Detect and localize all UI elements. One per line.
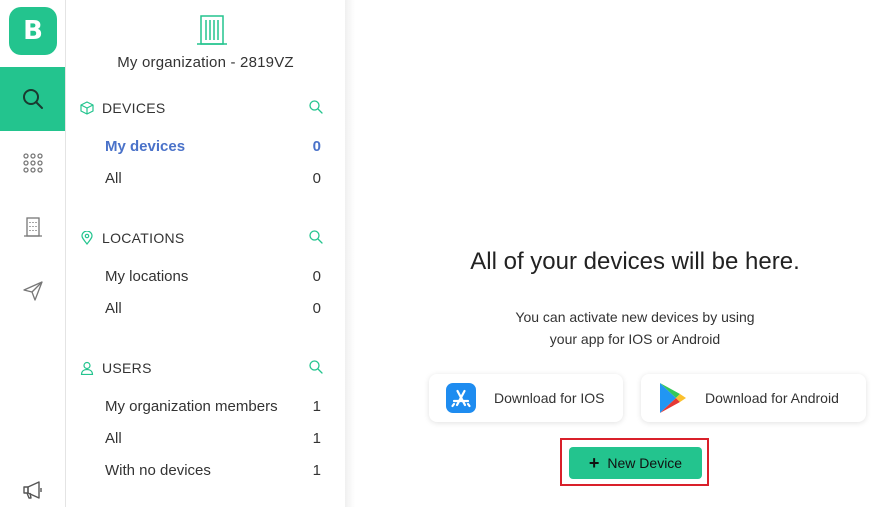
app-logo[interactable]: B (9, 7, 57, 55)
new-device-button[interactable]: + New Device (569, 447, 702, 479)
megaphone-icon (22, 481, 42, 499)
plus-icon: + (588, 453, 600, 473)
row-count: 0 (312, 138, 321, 155)
row-label: My locations (105, 268, 189, 285)
download-android-button[interactable]: Download for Android (641, 374, 866, 422)
empty-state-title: All of your devices will be here. (470, 248, 800, 275)
row-label: All (105, 300, 122, 317)
sidebar-item-my-devices[interactable]: My devices 0 (105, 136, 321, 158)
section-label: DEVICES (102, 100, 166, 116)
row-label: My devices (105, 138, 186, 155)
row-label: All (105, 430, 122, 447)
send-icon (22, 281, 43, 301)
grid-icon (22, 153, 43, 173)
new-device-label: New Device (607, 455, 683, 471)
ios-button-label: Download for IOS (494, 390, 605, 406)
sidebar: My organization - 2819VZ DEVICES My devi… (66, 0, 345, 507)
subtitle-line-1: You can activate new devices by using (515, 309, 755, 325)
organization-building-icon (197, 15, 227, 45)
download-ios-button[interactable]: Download for IOS (429, 374, 623, 422)
row-count: 0 (312, 300, 321, 317)
subtitle-line-2: your app for IOS or Android (549, 331, 721, 347)
section-users: USERS (80, 358, 330, 378)
sidebar-item-my-organization-members[interactable]: My organization members 1 (105, 396, 321, 418)
row-label: With no devices (105, 462, 211, 479)
row-label: All (105, 170, 122, 187)
row-count: 0 (312, 268, 321, 285)
empty-state-subtitle: You can activate new devices by using yo… (345, 306, 875, 350)
row-label: My organization members (105, 398, 278, 415)
cube-icon (80, 101, 94, 115)
search-icon (22, 89, 43, 109)
section-locations: LOCATIONS (80, 228, 330, 248)
rail-item-search[interactable] (0, 67, 65, 131)
sidebar-item-all-locations[interactable]: All 0 (105, 298, 321, 320)
section-label: LOCATIONS (102, 230, 185, 246)
google-play-icon (660, 383, 686, 413)
user-icon (80, 361, 94, 375)
left-rail: B (0, 0, 66, 507)
search-devices-icon[interactable] (308, 99, 324, 115)
organization-title: My organization - 2819VZ (117, 54, 294, 71)
rail-item-announcements[interactable] (0, 458, 65, 522)
rail-item-apps[interactable] (0, 131, 65, 195)
row-count: 1 (312, 462, 321, 479)
row-count: 1 (312, 430, 321, 447)
location-pin-icon (81, 231, 93, 245)
sidebar-item-all-devices[interactable]: All 0 (105, 168, 321, 190)
section-devices: DEVICES (80, 98, 330, 118)
android-button-label: Download for Android (705, 390, 839, 406)
search-locations-icon[interactable] (308, 229, 324, 245)
rail-item-organization[interactable] (0, 195, 65, 259)
search-users-icon[interactable] (308, 359, 324, 375)
sidebar-item-my-locations[interactable]: My locations 0 (105, 266, 321, 288)
sidebar-item-all-users[interactable]: All 1 (105, 428, 321, 450)
section-label: USERS (102, 360, 152, 376)
building-icon (23, 217, 42, 237)
rail-item-messages[interactable] (0, 259, 65, 323)
app-store-icon (446, 383, 476, 413)
row-count: 0 (312, 170, 321, 187)
row-count: 1 (312, 398, 321, 415)
sidebar-item-with-no-devices[interactable]: With no devices 1 (105, 460, 321, 482)
